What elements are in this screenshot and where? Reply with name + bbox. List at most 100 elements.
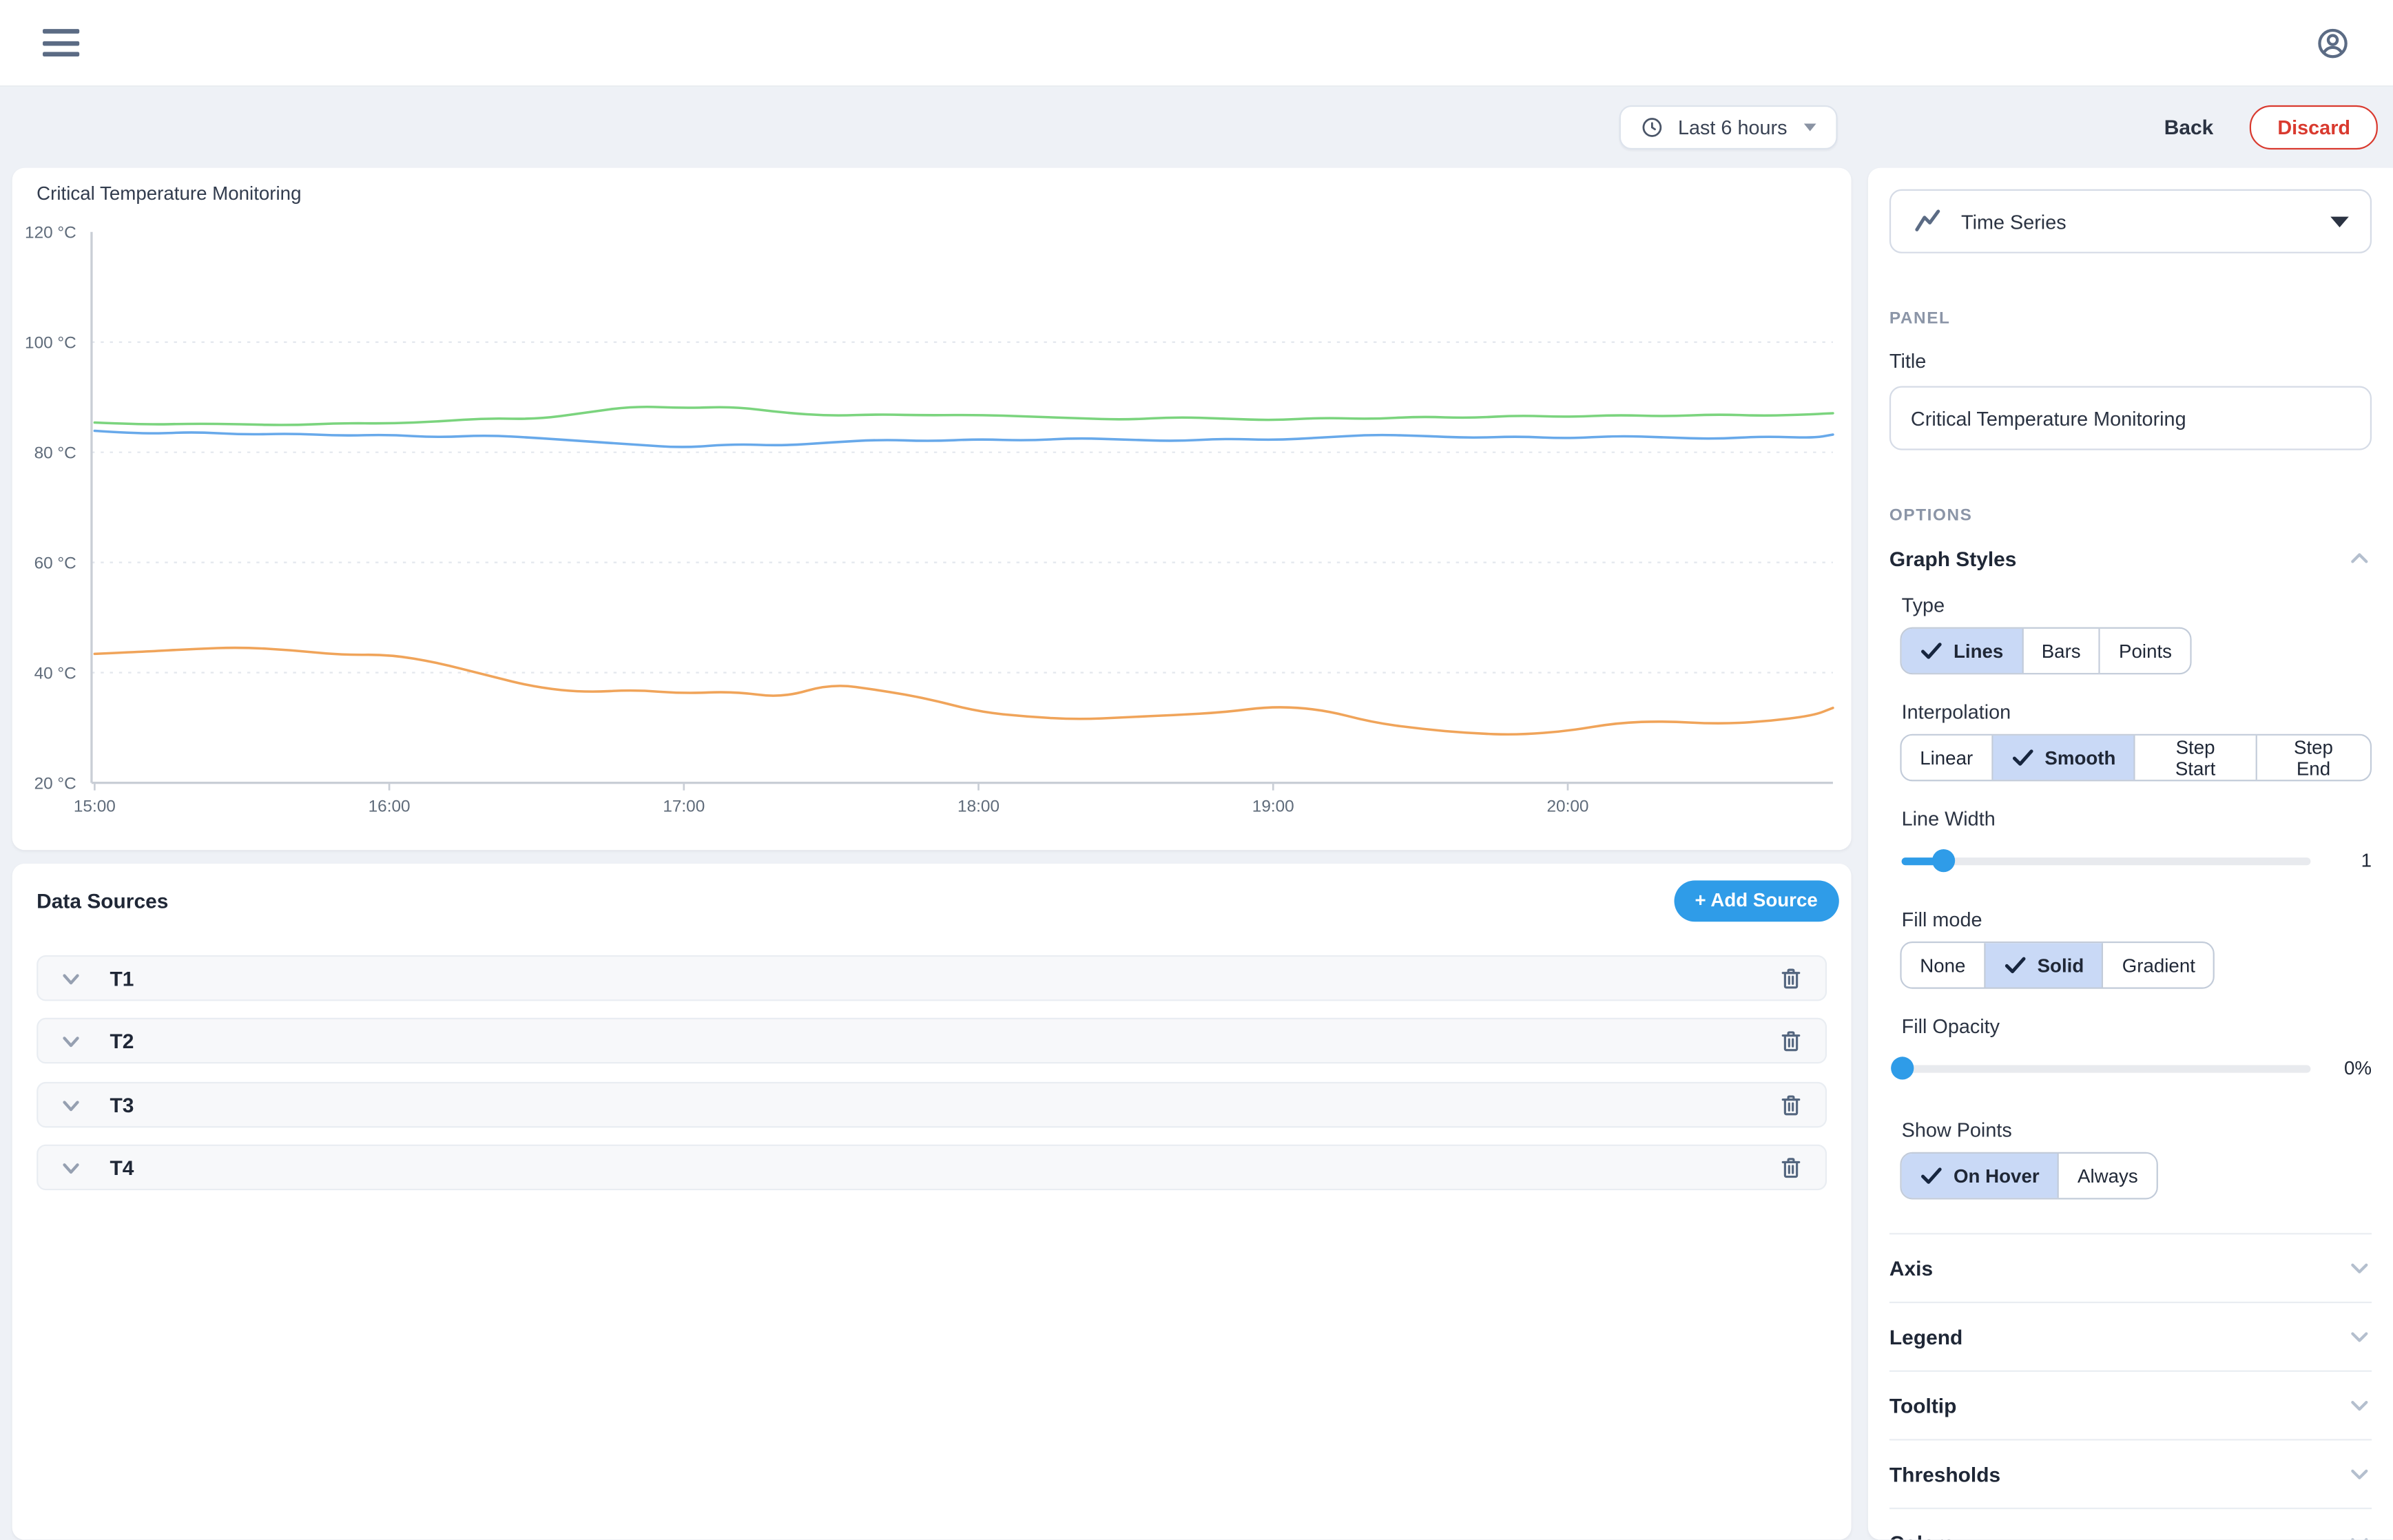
interpolation-option-linear[interactable]: Linear [1902,736,1993,780]
chevron-down-icon [2348,1530,2372,1539]
line-chart-icon [1912,206,1943,236]
series-line-blue [94,430,1833,446]
type-option-lines[interactable]: Lines [1902,629,2023,673]
caret-down-icon [2330,216,2349,227]
series-line-green [94,407,1833,425]
y-axis-label: 40 °C [34,664,76,683]
y-axis-label: 20 °C [34,774,76,793]
data-source-label: T2 [110,1029,134,1052]
expand-row-button[interactable] [59,1093,82,1116]
line-width-value: 1 [2335,850,2372,871]
section-thresholds[interactable]: Thresholds [1889,1439,2372,1508]
type-option-bars[interactable]: Bars [2023,629,2100,673]
data-source-row-t3[interactable]: T3 [37,1082,1827,1127]
fill-mode-label: Fill mode [1902,908,2372,930]
x-axis-label: 15:00 [74,798,116,816]
graph-styles-header[interactable]: Graph Styles [1889,545,2372,572]
show-points-option-on-hover[interactable]: On Hover [1902,1154,2060,1198]
trash-icon [1778,965,1804,991]
x-axis-label: 20:00 [1547,798,1589,816]
fill-opacity-slider: 0% [1902,1057,2372,1079]
chevron-up-icon [2348,546,2372,570]
data-source-label: T4 [110,1156,134,1178]
y-axis-label: 100 °C [25,334,76,353]
fill-mode-option-none[interactable]: None [1902,943,1986,987]
fill-mode-option-solid[interactable]: Solid [1985,943,2104,987]
interpolation-label: Interpolation [1902,700,2372,723]
chevron-down-icon [59,1093,82,1116]
fill-opacity-label: Fill Opacity [1902,1014,2372,1037]
show-points-label: Show Points [1902,1118,2372,1141]
chevron-down-icon [59,1029,82,1052]
data-sources-panel: Data Sources + Add Source T1 T2 [12,864,1852,1540]
delete-source-button[interactable] [1778,965,1804,991]
fill-mode-option-gradient[interactable]: Gradient [2104,943,2213,987]
trash-icon [1778,1154,1804,1180]
chevron-down-icon [59,967,82,990]
trash-icon [1778,1092,1804,1118]
delete-source-button[interactable] [1778,1154,1804,1180]
section-axis[interactable]: Axis [1889,1233,2372,1302]
viz-type-select[interactable]: Time Series [1889,189,2372,253]
fill-opacity-thumb[interactable] [1891,1057,1914,1079]
panel-title-input[interactable] [1889,386,2372,450]
data-sources-header: Data Sources [37,889,168,912]
hamburger-icon [43,29,79,34]
delete-source-button[interactable] [1778,1028,1804,1054]
y-axis-label: 80 °C [34,444,76,463]
line-width-thumb[interactable] [1931,849,1954,872]
type-option-points[interactable]: Points [2100,629,2190,673]
type-label: Type [1902,594,2372,616]
check-icon [1920,1166,1943,1186]
fill-mode-segmented-control: None Solid Gradient [1900,941,2215,989]
interpolation-option-step-end[interactable]: Step End [2257,736,2370,780]
chart-title: Critical Temperature Monitoring [37,183,301,205]
x-axis-label: 19:00 [1252,798,1294,816]
page: Last 6 hours Back Discard Critical Tempe… [0,0,2393,1540]
show-points-option-always[interactable]: Always [2059,1154,2156,1198]
interpolation-option-smooth[interactable]: Smooth [1993,736,2135,780]
y-axis-label: 60 °C [34,554,76,573]
clock-icon [1641,116,1664,138]
expand-row-button[interactable] [59,1029,82,1052]
toolbar: Last 6 hours Back Discard [0,87,2393,167]
trash-icon [1778,1028,1804,1054]
chart-svg[interactable]: 120 °C100 °C80 °C60 °C40 °C20 °C15:0016:… [12,168,1852,850]
check-icon [1920,641,1943,661]
back-button[interactable]: Back [2155,116,2222,138]
delete-source-button[interactable] [1778,1092,1804,1118]
section-colors[interactable]: Colors [1889,1508,2372,1540]
chart-panel: Critical Temperature Monitoring 120 °C10… [12,168,1852,850]
check-icon [2011,748,2034,768]
viz-type-value: Time Series [1961,210,2066,233]
menu-button[interactable] [43,29,79,56]
expand-row-button[interactable] [59,1156,82,1178]
interpolation-option-step-start[interactable]: Step Start [2135,736,2257,780]
options-group-label: OPTIONS [1889,507,2372,526]
add-source-button[interactable]: + Add Source [1673,880,1838,921]
title-field-label: Title [1889,349,2372,372]
x-axis-label: 18:00 [957,798,999,816]
line-width-label: Line Width [1902,807,2372,830]
data-source-row-t4[interactable]: T4 [37,1145,1827,1190]
discard-button[interactable]: Discard [2250,105,2377,149]
section-legend[interactable]: Legend [1889,1302,2372,1371]
data-source-label: T3 [110,1093,134,1116]
chevron-down-icon [2348,1256,2372,1280]
interpolation-segmented-control: Linear Smooth Step Start Step End [1900,734,2372,782]
x-axis-label: 16:00 [369,798,411,816]
fill-opacity-value: 0% [2335,1057,2372,1079]
fill-opacity-track[interactable] [1902,1064,2311,1072]
data-source-row-t1[interactable]: T1 [37,955,1827,1001]
caret-down-icon [1804,123,1816,131]
expand-row-button[interactable] [59,967,82,990]
chevron-down-icon [2348,1393,2372,1417]
section-tooltip[interactable]: Tooltip [1889,1371,2372,1439]
options-sidebar: Time Series PANEL Title OPTIONS Graph St… [1868,168,2393,1540]
series-line-orange [94,648,1833,735]
user-menu-button[interactable] [2315,25,2350,61]
data-source-row-t2[interactable]: T2 [37,1018,1827,1063]
time-range-button[interactable]: Last 6 hours [1620,105,1838,149]
collapsed-sections: Axis Legend Tooltip Thresholds Colors [1889,1233,2372,1539]
line-width-track[interactable] [1902,857,2311,864]
